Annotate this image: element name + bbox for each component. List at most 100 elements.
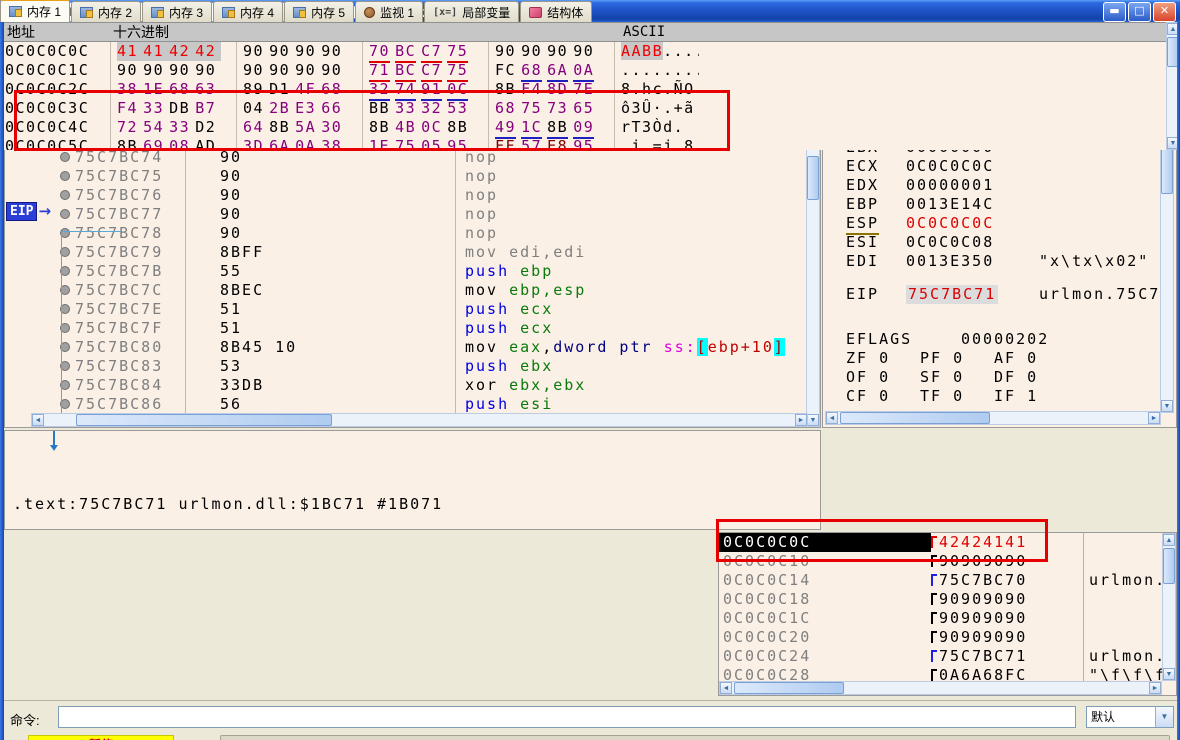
memory-tab-dump[interactable]: 内存 5 [284, 1, 355, 22]
breakpoint-dot-icon[interactable] [60, 209, 70, 219]
locals-icon: [x=] [433, 6, 458, 18]
instruction-text: push ebx [465, 357, 554, 375]
hex-byte-group: 04 2B E3 66 [243, 99, 343, 117]
hex-byte-group: 90 90 90 90 [243, 42, 343, 60]
disassembly-row[interactable]: 75C7BC79 8BFF mov edi,edi [5, 243, 806, 262]
dump-icon [151, 6, 165, 18]
breakpoint-dot-icon[interactable] [60, 152, 70, 162]
register-row-esp[interactable]: ESP 0C0C0C0C [825, 214, 1160, 235]
memory-rows[interactable]: 0C0C0C0C 41 41 42 42 90 90 90 90 70 BC C7 75 90 90 90 90… [0, 42, 1166, 150]
watch-icon [364, 6, 376, 18]
memory-tab-dump[interactable]: 内存 1 [0, 0, 71, 22]
memory-row[interactable]: 0C0C0C1C 90 90 90 90 90 90 90 90 71 BC C7 75 FC 68 6A 0A… [1, 61, 1166, 82]
stack-row[interactable]: 0C0C0C14 75C7BC70 urlmon.7 [719, 571, 1162, 590]
memory-row[interactable]: 0C0C0C5C 8B 69 08 AD 3D 6A 0A 38 1E 75 05 95 FF 57 E8 95… [1, 137, 1166, 150]
command-input[interactable] [58, 706, 1076, 728]
stack-row[interactable]: 0C0C0C18 90909090 [719, 590, 1162, 609]
flags-row[interactable]: ZF 0 PF 0 AF 0 [825, 349, 1160, 368]
maximize-button[interactable]: □ [1128, 2, 1151, 22]
scroll-right-icon[interactable]: ► [795, 414, 807, 426]
memory-row[interactable]: 0C0C0C3C F4 33 DB B7 04 2B E3 66 BB 33 32 53 68 75 73 65… [1, 99, 1166, 118]
disassembly-row[interactable]: 75C7BC86 56 push esi [5, 395, 806, 413]
stack-address: 0C0C0C20 [723, 628, 812, 646]
disassembly-row[interactable]: 75C7BC74 90 nop [5, 148, 806, 167]
memory-tab-dump[interactable]: 内存 2 [71, 1, 142, 22]
flag-of: OF 0 [846, 368, 891, 386]
register-value: 00000202 [961, 330, 1050, 348]
flag-cf: CF 0 [846, 387, 891, 401]
instruction-text: xor ebx,ebx [465, 376, 587, 394]
scroll-left-icon[interactable]: ◄ [826, 412, 838, 424]
stack-row[interactable]: 0C0C0C24 75C7BC71 urlmon.7 [719, 647, 1162, 666]
scroll-down-icon[interactable]: ▼ [1163, 668, 1175, 680]
disassembly-row[interactable]: 75C7BC7E 51 push ecx [5, 300, 806, 319]
ascii-text: rT3Òd. [621, 118, 685, 136]
disassembly-hscrollbar[interactable]: ◄ ► [31, 413, 808, 427]
scroll-right-icon[interactable]: ► [1148, 412, 1160, 424]
register-row-ecx[interactable]: ECX 0C0C0C0C [825, 157, 1160, 176]
flag-pf: PF 0 [920, 349, 965, 367]
close-button[interactable]: ✕ [1153, 2, 1176, 22]
stack-hscrollbar[interactable]: ◄ ► [719, 681, 1162, 695]
disassembly-row[interactable]: 75C7BC84 33DB xor ebx,ebx [5, 376, 806, 395]
memory-tab-struct[interactable]: 结构体 [520, 1, 593, 22]
register-row-esi[interactable]: ESI 0C0C0C08 [825, 233, 1160, 252]
breakpoint-dot-icon[interactable] [60, 171, 70, 181]
register-row-edi[interactable]: EDI 0013E350 "x\tx\x02" [825, 252, 1160, 271]
stack-row[interactable]: 0C0C0C0C 42424141 [719, 533, 1162, 552]
disassembly-row[interactable]: 75C7BC77 90 nop [5, 205, 806, 224]
disassembly-row[interactable]: 75C7BC80 8B45 10 mov eax,dword ptr ss:[ebp… [5, 338, 806, 357]
stack-row[interactable]: 0C0C0C1C 90909090 [719, 609, 1162, 628]
disassembly-row[interactable]: 75C7BC7B 55 push ebp [5, 262, 806, 281]
stack-rows[interactable]: 0C0C0C0C 42424141 0C0C0C10 90909090 0C0C0C14… [719, 533, 1162, 683]
stack-row[interactable]: 0C0C0C20 90909090 [719, 628, 1162, 647]
register-row-ebp[interactable]: EBP 0013E14C [825, 195, 1160, 214]
register-list[interactable]: EAX0013E008EBX00000000ECX0C0C0C0CEDX0000… [825, 119, 1160, 401]
flags-row[interactable]: OF 0 SF 0 DF 0 [825, 368, 1160, 387]
chevron-down-icon[interactable]: ▼ [1155, 707, 1173, 727]
instruction-bytes: 90 [220, 148, 243, 166]
register-name: ESP [846, 214, 880, 235]
register-value: 0C0C0C0C [906, 157, 995, 175]
registers-vscrollbar[interactable]: ▲ ▼ [1160, 119, 1174, 413]
info-panel: .text:75C7BC71 urlmon.dll:$1BC71 #1B071 [4, 430, 821, 530]
scroll-down-icon[interactable]: ▼ [1161, 400, 1173, 412]
stack-row[interactable]: 0C0C0C10 90909090 [719, 552, 1162, 571]
stack-vscrollbar[interactable]: ▲ ▼ [1162, 533, 1176, 681]
instruction-bytes: 90 [220, 205, 243, 223]
scroll-down-icon[interactable]: ▼ [807, 414, 819, 426]
register-name: ESI [846, 233, 880, 251]
disassembly-row[interactable]: 75C7BC75 90 nop [5, 167, 806, 186]
memory-row[interactable]: 0C0C0C0C 41 41 42 42 90 90 90 90 70 BC C7 75 90 90 90 90… [1, 42, 1166, 63]
memory-tab-dump[interactable]: 内存 3 [142, 1, 213, 22]
flags-row[interactable]: CF 0 TF 0 IF 1 [825, 387, 1160, 401]
disassembly-row[interactable]: 75C7BC83 53 push ebx [5, 357, 806, 376]
tab-label: 监视 1 [380, 5, 415, 20]
instruction-address: 75C7BC80 [75, 338, 164, 356]
disassembly-row[interactable]: 75C7BC78 90 nop [5, 224, 806, 243]
scroll-left-icon[interactable]: ◄ [720, 682, 732, 694]
instruction-bytes: 56 [220, 395, 243, 413]
disassembly-row[interactable]: 75C7BC76 90 nop [5, 186, 806, 205]
memory-row[interactable]: 0C0C0C2C 38 1E 68 63 89 D1 4F 68 32 74 91 0C 8B F4 8D 7E… [1, 80, 1166, 101]
memory-tab-watch[interactable]: 监视 1 [355, 1, 424, 22]
breakpoint-dot-icon[interactable] [60, 190, 70, 200]
scroll-up-icon[interactable]: ▲ [1163, 534, 1175, 546]
minimize-button[interactable]: ▬ [1103, 2, 1126, 22]
dump-icon [222, 6, 236, 18]
disassembly-row[interactable]: 75C7BC7F 51 push ecx [5, 319, 806, 338]
register-row-edx[interactable]: EDX 00000001 [825, 176, 1160, 195]
disassembly-row[interactable]: 75C7BC7C 8BEC mov ebp,esp [5, 281, 806, 300]
memory-tab-dump[interactable]: 内存 4 [213, 1, 284, 22]
register-row-eip[interactable]: EIP 75C7BC71 urlmon.75C7B [825, 285, 1160, 304]
register-row-eflags[interactable]: EFLAGS 00000202 [825, 330, 1160, 349]
memory-row[interactable]: 0C0C0C4C 72 54 33 D2 64 8B 5A 30 8B 4B 0C 8B 49 1C 8B 09… [1, 118, 1166, 139]
scroll-left-icon[interactable]: ◄ [32, 414, 44, 426]
memory-tab-locals[interactable]: [x=] 局部变量 [424, 1, 520, 22]
command-profile-select[interactable]: 默认 ▼ [1086, 706, 1174, 728]
scroll-right-icon[interactable]: ► [1149, 682, 1161, 694]
address-info-line: .text:75C7BC71 urlmon.dll:$1BC71 #1B071 [13, 495, 444, 513]
window-border [0, 22, 4, 740]
registers-hscrollbar[interactable]: ◄ ► [825, 411, 1161, 425]
instruction-text: nop [465, 148, 499, 166]
